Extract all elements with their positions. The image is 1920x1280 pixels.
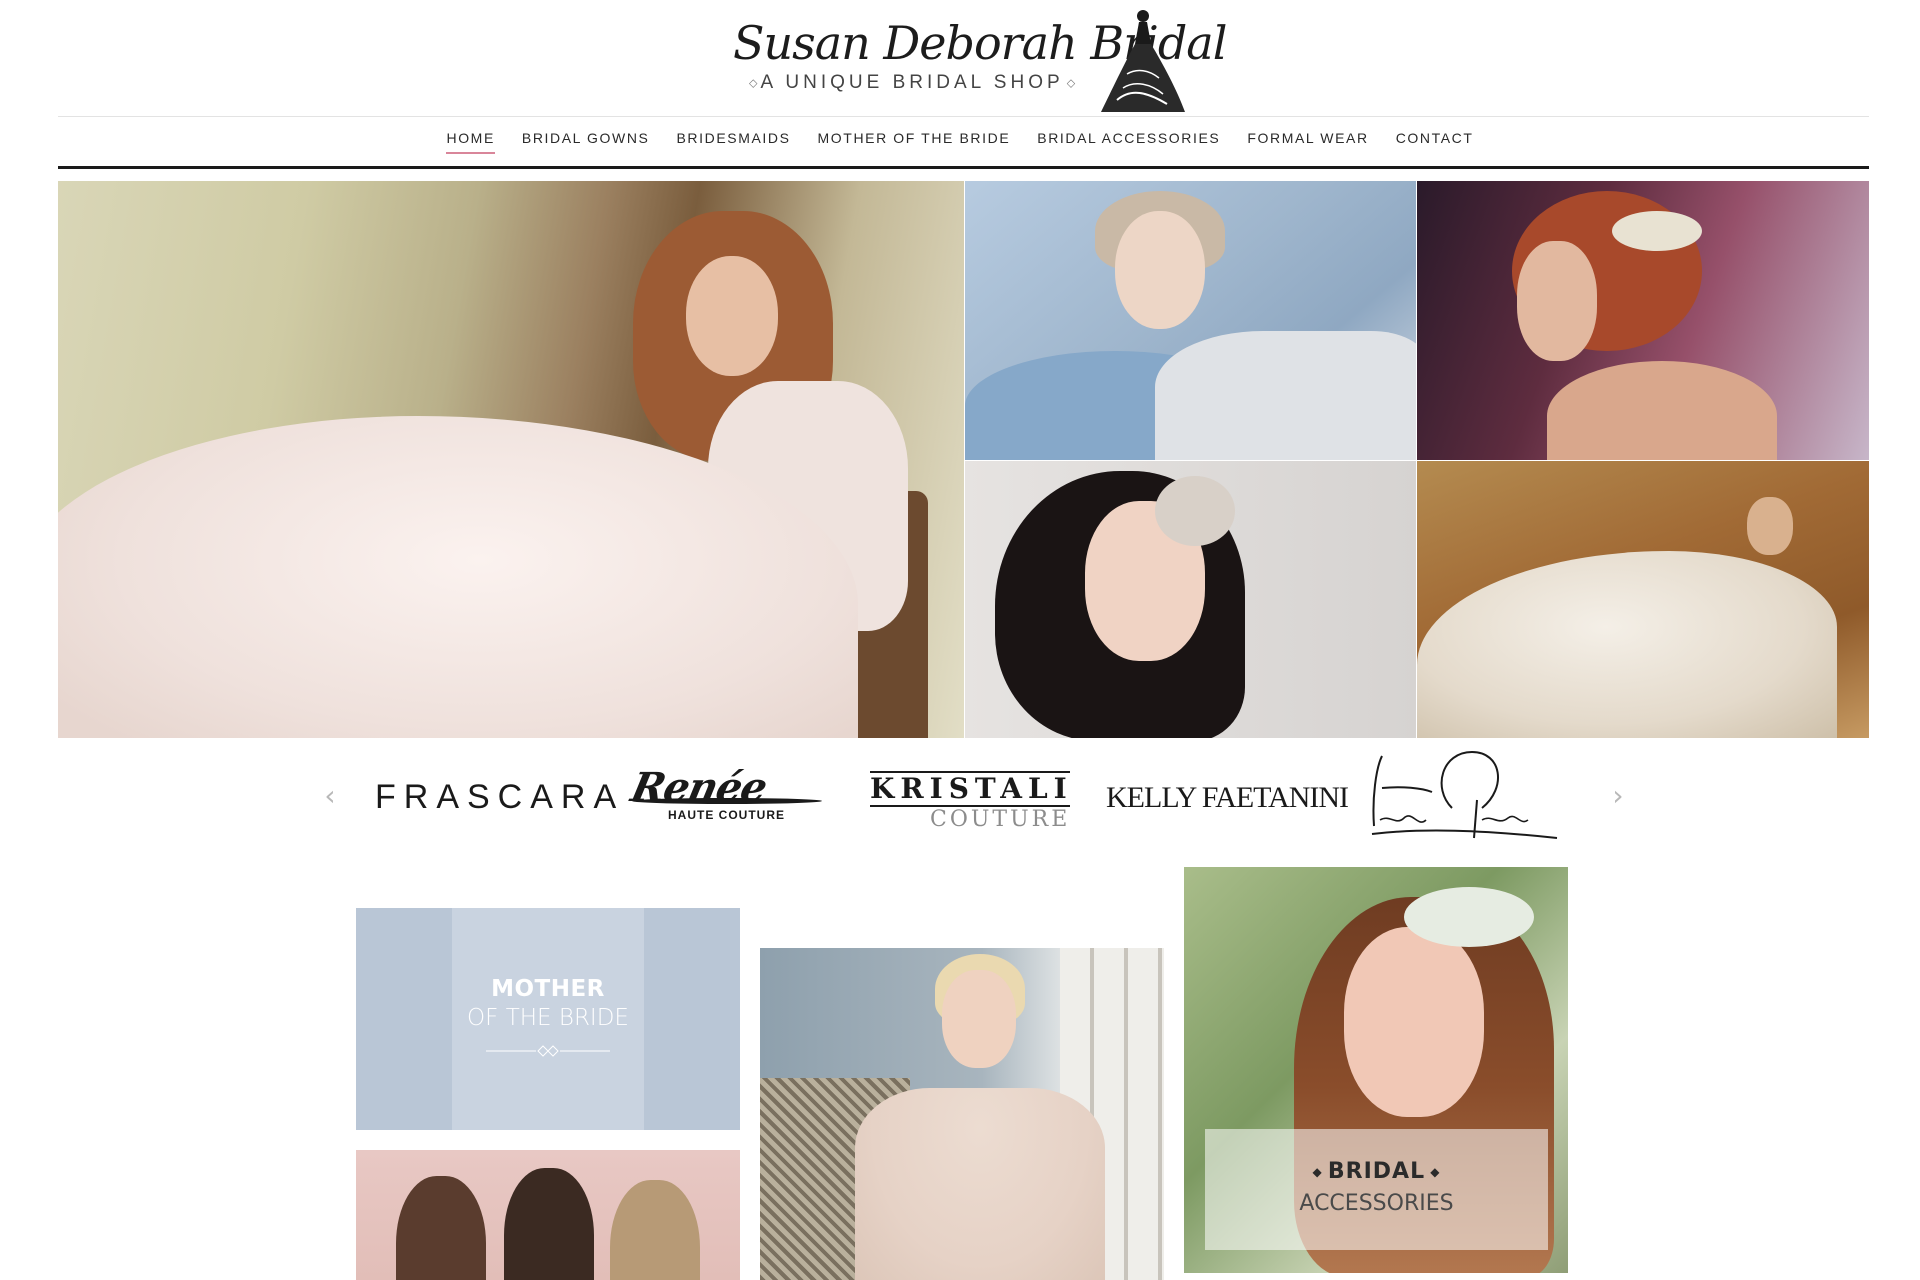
dress-shape — [1155, 331, 1416, 460]
face-shape — [1517, 241, 1597, 361]
tile-bridal-gown[interactable] — [760, 948, 1164, 1280]
diamond-ornament-icon: ◆ — [1425, 1165, 1441, 1179]
brand-kristali-name: KRISTALI — [870, 772, 1073, 805]
hayley-paige-signature — [1371, 750, 1558, 839]
brand-logo-frascara[interactable]: FRASCARA — [375, 778, 624, 817]
brand-logo-renee[interactable]: Renée HAUTE COUTURE — [627, 764, 827, 828]
hair-comb-shape — [1612, 211, 1702, 251]
head-shape — [1747, 497, 1793, 555]
floral-crown-shape — [1404, 887, 1534, 947]
tile-bridesmaids[interactable] — [356, 1150, 740, 1280]
nav-item-formal-wear[interactable]: FORMAL WEAR — [1247, 130, 1368, 154]
bridesmaid-shape — [396, 1176, 486, 1280]
dress-shape — [1417, 551, 1837, 738]
tile-mother-title: MOTHER — [491, 976, 605, 1002]
brand-logo-kristali[interactable]: KRISTALI COUTURE — [870, 770, 1073, 832]
nav-item-bridal-accessories[interactable]: BRIDAL ACCESSORIES — [1037, 130, 1220, 154]
chevron-left-icon[interactable]: ‹ — [320, 781, 340, 811]
tile-caption-panel: ◆ BRIDAL ◆ ACCESSORIES — [1205, 1129, 1548, 1250]
brand-logo-hayley-paige[interactable] — [1362, 748, 1562, 844]
face-shape — [1115, 211, 1205, 329]
shoulder-shape — [1547, 361, 1777, 460]
tile-accessories-title: ◆ BRIDAL ◆ — [1205, 1159, 1548, 1184]
diamond-ornament-icon: ◆ — [1312, 1165, 1328, 1179]
nav-item-bridesmaids[interactable]: BRIDESMAIDS — [676, 130, 790, 154]
hero-photo-redhead-hairpiece — [1417, 181, 1869, 460]
brand-renee-swoosh — [632, 798, 822, 804]
chevron-right-icon[interactable]: › — [1608, 781, 1628, 811]
face-shape — [686, 256, 778, 376]
brand-renee-name: Renée — [627, 764, 771, 811]
diamond-ornament-icon: ◇ — [1063, 77, 1076, 90]
brand-renee-sub: HAUTE COUTURE — [668, 808, 785, 822]
hero-photo-bride-in-meadow — [58, 181, 964, 738]
face-shape — [942, 970, 1016, 1068]
hair-comb-shape — [1155, 476, 1235, 546]
hero-photo-bride-on-blue-sofa — [965, 181, 1416, 460]
face-shape — [1344, 927, 1484, 1117]
nav-item-bridal-gowns[interactable]: BRIDAL GOWNS — [522, 130, 650, 154]
ornamental-divider-icon — [486, 1044, 610, 1057]
diamond-ornament-icon: ◇ — [749, 77, 761, 90]
tile-accessories-subtitle: ACCESSORIES — [1299, 1191, 1454, 1216]
brand-kristali-sub: COUTURE — [930, 807, 1071, 832]
brand-logo-kelly-faetanini[interactable]: KELLY FAETANINI — [1106, 781, 1349, 815]
nav-item-contact[interactable]: CONTACT — [1396, 130, 1474, 154]
bride-silhouette-icon — [1087, 4, 1189, 114]
hero-photo-brunette-hair-comb — [965, 461, 1416, 738]
nav-item-home[interactable]: HOME — [446, 130, 495, 154]
nav-bottom-rule — [58, 166, 1869, 169]
logo-tagline: ◇ A UNIQUE BRIDAL SHOP ◇ — [749, 72, 1075, 94]
nav-item-mother-of-the-bride[interactable]: MOTHER OF THE BRIDE — [818, 130, 1011, 154]
dress-shape — [855, 1088, 1105, 1280]
tile-mother-of-the-bride[interactable]: MOTHER OF THE BRIDE — [356, 908, 740, 1130]
hero-photo-bride-in-tall-grass — [1417, 461, 1869, 738]
header-divider — [58, 116, 1869, 117]
bridesmaid-shape — [610, 1180, 700, 1280]
tile-bridal-accessories[interactable]: ◆ BRIDAL ◆ ACCESSORIES — [1184, 867, 1568, 1273]
tile-accessories-title-text: BRIDAL — [1327, 1159, 1426, 1184]
logo-tagline-text: A UNIQUE BRIDAL SHOP — [760, 72, 1064, 93]
site-logo[interactable]: Susan Deborah Bridal ◇ A UNIQUE BRIDAL S… — [727, 4, 1227, 114]
bridesmaid-shape — [504, 1168, 594, 1280]
main-nav: HOME BRIDAL GOWNS BRIDESMAIDS MOTHER OF … — [0, 130, 1920, 154]
tile-mother-subtitle: OF THE BRIDE — [467, 1005, 629, 1031]
